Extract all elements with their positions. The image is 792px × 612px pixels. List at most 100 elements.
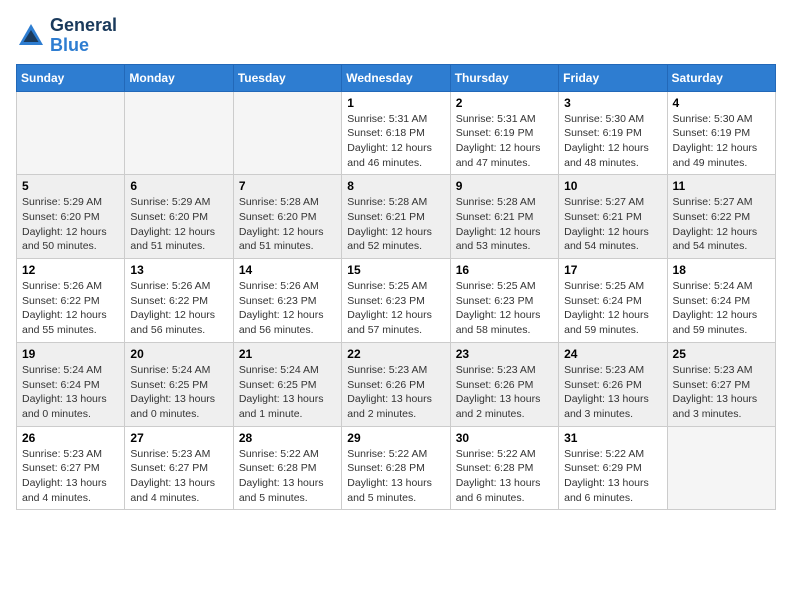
calendar-cell: 26 Sunrise: 5:23 AM Sunset: 6:27 PM Dayli… bbox=[17, 426, 125, 510]
day-number: 6 bbox=[130, 179, 227, 193]
day-info: Sunrise: 5:24 AM Sunset: 6:24 PM Dayligh… bbox=[22, 363, 119, 422]
calendar-week-row: 26 Sunrise: 5:23 AM Sunset: 6:27 PM Dayli… bbox=[17, 426, 776, 510]
day-info: Sunrise: 5:31 AM Sunset: 6:18 PM Dayligh… bbox=[347, 112, 444, 171]
day-number: 12 bbox=[22, 263, 119, 277]
day-info: Sunrise: 5:23 AM Sunset: 6:27 PM Dayligh… bbox=[673, 363, 770, 422]
calendar-cell: 15 Sunrise: 5:25 AM Sunset: 6:23 PM Dayli… bbox=[342, 259, 450, 343]
day-number: 5 bbox=[22, 179, 119, 193]
day-number: 8 bbox=[347, 179, 444, 193]
day-number: 1 bbox=[347, 96, 444, 110]
logo: General Blue bbox=[16, 16, 117, 56]
calendar-week-row: 5 Sunrise: 5:29 AM Sunset: 6:20 PM Daylig… bbox=[17, 175, 776, 259]
calendar-week-row: 12 Sunrise: 5:26 AM Sunset: 6:22 PM Dayli… bbox=[17, 259, 776, 343]
weekday-header-friday: Friday bbox=[559, 64, 667, 91]
calendar-cell: 10 Sunrise: 5:27 AM Sunset: 6:21 PM Dayli… bbox=[559, 175, 667, 259]
weekday-header-monday: Monday bbox=[125, 64, 233, 91]
day-info: Sunrise: 5:25 AM Sunset: 6:23 PM Dayligh… bbox=[456, 279, 553, 338]
calendar-cell bbox=[17, 91, 125, 175]
weekday-header-tuesday: Tuesday bbox=[233, 64, 341, 91]
day-number: 10 bbox=[564, 179, 661, 193]
calendar-cell bbox=[233, 91, 341, 175]
calendar-cell: 16 Sunrise: 5:25 AM Sunset: 6:23 PM Dayli… bbox=[450, 259, 558, 343]
day-info: Sunrise: 5:26 AM Sunset: 6:22 PM Dayligh… bbox=[130, 279, 227, 338]
calendar-cell: 13 Sunrise: 5:26 AM Sunset: 6:22 PM Dayli… bbox=[125, 259, 233, 343]
day-number: 25 bbox=[673, 347, 770, 361]
calendar-cell: 18 Sunrise: 5:24 AM Sunset: 6:24 PM Dayli… bbox=[667, 259, 775, 343]
calendar-cell: 14 Sunrise: 5:26 AM Sunset: 6:23 PM Dayli… bbox=[233, 259, 341, 343]
calendar-cell: 12 Sunrise: 5:26 AM Sunset: 6:22 PM Dayli… bbox=[17, 259, 125, 343]
day-info: Sunrise: 5:25 AM Sunset: 6:24 PM Dayligh… bbox=[564, 279, 661, 338]
calendar-cell: 5 Sunrise: 5:29 AM Sunset: 6:20 PM Daylig… bbox=[17, 175, 125, 259]
calendar-week-row: 19Sunrise: 5:24 AM Sunset: 6:24 PM Dayli… bbox=[17, 342, 776, 426]
day-number: 31 bbox=[564, 431, 661, 445]
day-info: Sunrise: 5:26 AM Sunset: 6:22 PM Dayligh… bbox=[22, 279, 119, 338]
calendar-week-row: 1 Sunrise: 5:31 AM Sunset: 6:18 PM Daylig… bbox=[17, 91, 776, 175]
calendar-cell: 1 Sunrise: 5:31 AM Sunset: 6:18 PM Daylig… bbox=[342, 91, 450, 175]
calendar-cell: 7Sunrise: 5:28 AM Sunset: 6:20 PM Daylig… bbox=[233, 175, 341, 259]
day-number: 23 bbox=[456, 347, 553, 361]
calendar-cell bbox=[125, 91, 233, 175]
weekday-header-saturday: Saturday bbox=[667, 64, 775, 91]
calendar-cell: 9 Sunrise: 5:28 AM Sunset: 6:21 PM Daylig… bbox=[450, 175, 558, 259]
calendar-cell: 23Sunrise: 5:23 AM Sunset: 6:26 PM Dayli… bbox=[450, 342, 558, 426]
day-info: Sunrise: 5:23 AM Sunset: 6:26 PM Dayligh… bbox=[564, 363, 661, 422]
day-number: 13 bbox=[130, 263, 227, 277]
day-number: 29 bbox=[347, 431, 444, 445]
calendar-cell: 29 Sunrise: 5:22 AM Sunset: 6:28 PM Dayli… bbox=[342, 426, 450, 510]
day-number: 3 bbox=[564, 96, 661, 110]
day-number: 21 bbox=[239, 347, 336, 361]
day-info: Sunrise: 5:28 AM Sunset: 6:20 PM Dayligh… bbox=[239, 195, 336, 254]
day-info: Sunrise: 5:24 AM Sunset: 6:24 PM Dayligh… bbox=[673, 279, 770, 338]
calendar-cell: 24 Sunrise: 5:23 AM Sunset: 6:26 PM Dayli… bbox=[559, 342, 667, 426]
calendar-cell: 8Sunrise: 5:28 AM Sunset: 6:21 PM Daylig… bbox=[342, 175, 450, 259]
calendar-cell: 4Sunrise: 5:30 AM Sunset: 6:19 PM Daylig… bbox=[667, 91, 775, 175]
day-number: 24 bbox=[564, 347, 661, 361]
day-info: Sunrise: 5:25 AM Sunset: 6:23 PM Dayligh… bbox=[347, 279, 444, 338]
calendar-cell: 21Sunrise: 5:24 AM Sunset: 6:25 PM Dayli… bbox=[233, 342, 341, 426]
day-number: 11 bbox=[673, 179, 770, 193]
calendar-cell: 25 Sunrise: 5:23 AM Sunset: 6:27 PM Dayli… bbox=[667, 342, 775, 426]
day-info: Sunrise: 5:30 AM Sunset: 6:19 PM Dayligh… bbox=[564, 112, 661, 171]
day-number: 17 bbox=[564, 263, 661, 277]
logo-icon bbox=[16, 21, 46, 51]
day-info: Sunrise: 5:23 AM Sunset: 6:27 PM Dayligh… bbox=[22, 447, 119, 506]
day-info: Sunrise: 5:27 AM Sunset: 6:22 PM Dayligh… bbox=[673, 195, 770, 254]
day-info: Sunrise: 5:22 AM Sunset: 6:28 PM Dayligh… bbox=[456, 447, 553, 506]
day-number: 20 bbox=[130, 347, 227, 361]
day-info: Sunrise: 5:26 AM Sunset: 6:23 PM Dayligh… bbox=[239, 279, 336, 338]
page-header: General Blue bbox=[16, 16, 776, 56]
calendar-cell: 2 Sunrise: 5:31 AM Sunset: 6:19 PM Daylig… bbox=[450, 91, 558, 175]
calendar-cell bbox=[667, 426, 775, 510]
logo-text: General Blue bbox=[50, 16, 117, 56]
day-number: 15 bbox=[347, 263, 444, 277]
day-number: 14 bbox=[239, 263, 336, 277]
calendar-cell: 3 Sunrise: 5:30 AM Sunset: 6:19 PM Daylig… bbox=[559, 91, 667, 175]
weekday-header-thursday: Thursday bbox=[450, 64, 558, 91]
weekday-header-sunday: Sunday bbox=[17, 64, 125, 91]
calendar-cell: 17 Sunrise: 5:25 AM Sunset: 6:24 PM Dayli… bbox=[559, 259, 667, 343]
day-number: 28 bbox=[239, 431, 336, 445]
day-info: Sunrise: 5:27 AM Sunset: 6:21 PM Dayligh… bbox=[564, 195, 661, 254]
calendar-header-row: SundayMondayTuesdayWednesdayThursdayFrid… bbox=[17, 64, 776, 91]
day-info: Sunrise: 5:24 AM Sunset: 6:25 PM Dayligh… bbox=[130, 363, 227, 422]
calendar-table: SundayMondayTuesdayWednesdayThursdayFrid… bbox=[16, 64, 776, 511]
day-info: Sunrise: 5:22 AM Sunset: 6:29 PM Dayligh… bbox=[564, 447, 661, 506]
day-number: 18 bbox=[673, 263, 770, 277]
day-info: Sunrise: 5:22 AM Sunset: 6:28 PM Dayligh… bbox=[347, 447, 444, 506]
calendar-cell: 31 Sunrise: 5:22 AM Sunset: 6:29 PM Dayli… bbox=[559, 426, 667, 510]
day-info: Sunrise: 5:29 AM Sunset: 6:20 PM Dayligh… bbox=[130, 195, 227, 254]
day-info: Sunrise: 5:29 AM Sunset: 6:20 PM Dayligh… bbox=[22, 195, 119, 254]
day-number: 27 bbox=[130, 431, 227, 445]
calendar-cell: 6 Sunrise: 5:29 AM Sunset: 6:20 PM Daylig… bbox=[125, 175, 233, 259]
day-info: Sunrise: 5:30 AM Sunset: 6:19 PM Dayligh… bbox=[673, 112, 770, 171]
calendar-cell: 19Sunrise: 5:24 AM Sunset: 6:24 PM Dayli… bbox=[17, 342, 125, 426]
calendar-cell: 30Sunrise: 5:22 AM Sunset: 6:28 PM Dayli… bbox=[450, 426, 558, 510]
day-info: Sunrise: 5:31 AM Sunset: 6:19 PM Dayligh… bbox=[456, 112, 553, 171]
day-number: 9 bbox=[456, 179, 553, 193]
day-info: Sunrise: 5:23 AM Sunset: 6:27 PM Dayligh… bbox=[130, 447, 227, 506]
day-info: Sunrise: 5:28 AM Sunset: 6:21 PM Dayligh… bbox=[456, 195, 553, 254]
day-number: 16 bbox=[456, 263, 553, 277]
day-number: 26 bbox=[22, 431, 119, 445]
day-number: 2 bbox=[456, 96, 553, 110]
weekday-header-wednesday: Wednesday bbox=[342, 64, 450, 91]
